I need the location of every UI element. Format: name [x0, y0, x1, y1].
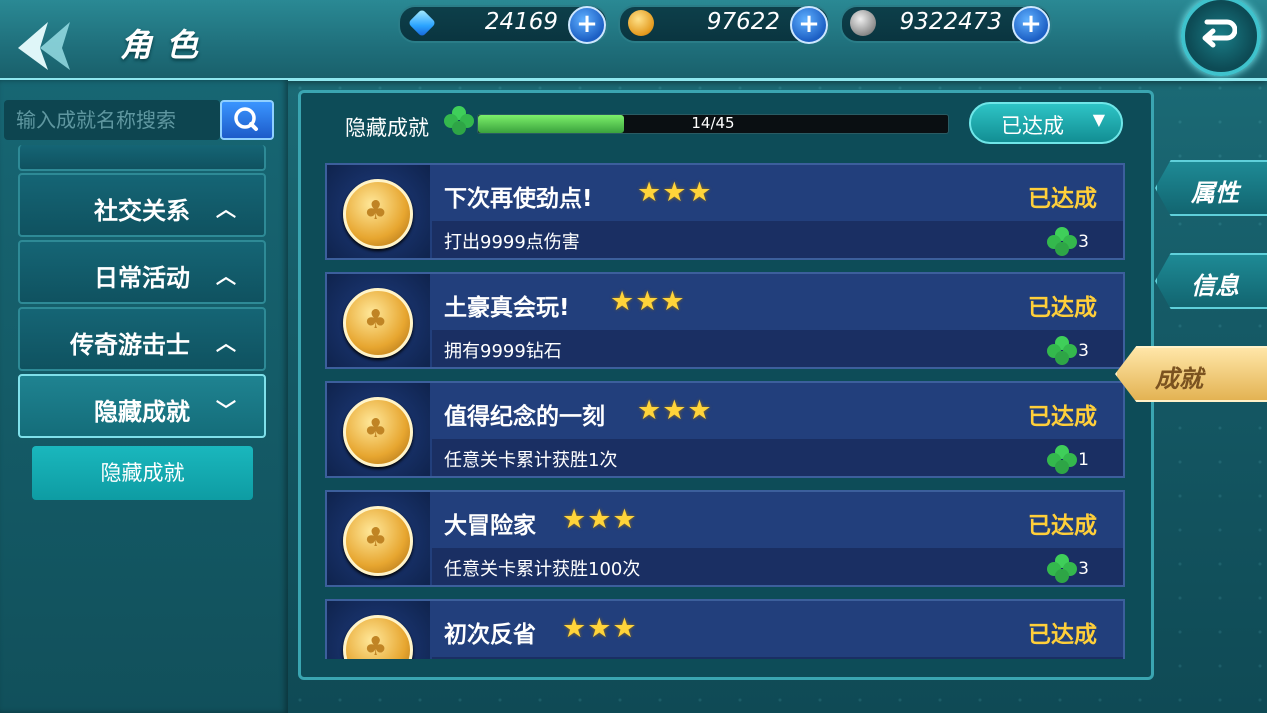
- chevron-up-icon: ︿: [216, 197, 236, 221]
- gold-coin-icon: [628, 10, 654, 36]
- sub-category-button[interactable]: 隐藏成就: [32, 446, 253, 500]
- top-bar: 角色 24169 + 97622 + 9322473 +: [0, 0, 1267, 81]
- achievement-list[interactable]: ♣ 下次再使劲点! ★★★ 已达成 打出9999点伤害 3 ♣ 土豪真会玩! ★★★ 已达成 拥有9…: [325, 163, 1125, 659]
- achievement-card[interactable]: ♣ 初次反省 ★★★ 已达成: [325, 599, 1125, 659]
- sidebar-item-label: 社交关系: [94, 197, 190, 225]
- achievement-status: 已达成: [1028, 513, 1097, 539]
- reward-count: 3: [1078, 232, 1089, 252]
- gem-counter: 24169 +: [398, 5, 608, 44]
- sidebar-item-legend[interactable]: 传奇游击士 ︿: [18, 307, 266, 371]
- chevron-up-icon: ︿: [216, 264, 236, 288]
- filter-label: 已达成: [1001, 114, 1064, 138]
- tab-info[interactable]: 信息: [1155, 253, 1267, 309]
- achievement-description: 拥有9999钻石: [444, 341, 562, 362]
- progress-bar: 14/45: [477, 114, 949, 134]
- clover-coin-icon: ♣: [343, 506, 413, 576]
- tab-attributes[interactable]: 属性: [1155, 160, 1267, 216]
- achievement-status: 已达成: [1028, 404, 1097, 430]
- sidebar-item-partial: [18, 145, 266, 171]
- gem-icon: [407, 8, 437, 38]
- silver-value: 9322473: [899, 9, 1002, 35]
- chevron-down-icon: ﹀: [216, 398, 236, 422]
- status-filter-dropdown[interactable]: 已达成 ▼: [969, 102, 1123, 144]
- achievement-name: 值得纪念的一刻: [444, 404, 605, 430]
- description-band: [432, 657, 1123, 659]
- caret-down-icon: ▼: [1092, 110, 1105, 129]
- achievement-icon-frame: ♣: [327, 492, 430, 585]
- sidebar-item-label: 传奇游击士: [70, 331, 190, 359]
- tab-label: 成就: [1155, 365, 1203, 393]
- achievement-icon-frame: ♣: [327, 383, 430, 476]
- search-input[interactable]: 输入成就名称搜索: [4, 100, 220, 140]
- gold-counter: 97622 +: [618, 5, 830, 44]
- sidebar-item-social[interactable]: 社交关系 ︿: [18, 173, 266, 237]
- star-rating: ★★★: [637, 395, 713, 426]
- clover-reward-icon: [1047, 445, 1077, 474]
- reward-count: 1: [1078, 450, 1089, 470]
- achievement-status: 已达成: [1028, 622, 1097, 648]
- achievement-card[interactable]: ♣ 值得纪念的一刻 ★★★ 已达成任意关卡累计获胜1次 1: [325, 381, 1125, 478]
- clover-coin-icon: ♣: [343, 288, 413, 358]
- silver-coin-icon: [850, 10, 876, 36]
- page-title: 角色: [120, 26, 213, 64]
- achievement-name: 下次再使劲点!: [444, 186, 593, 212]
- add-gem-button[interactable]: +: [568, 6, 606, 44]
- clover-icon: [444, 106, 474, 135]
- achievement-status: 已达成: [1028, 186, 1097, 212]
- search-icon: [234, 107, 258, 131]
- achievement-card[interactable]: ♣ 下次再使劲点! ★★★ 已达成打出9999点伤害 3: [325, 163, 1125, 260]
- achievement-description: 任意关卡累计获胜1次: [444, 450, 618, 471]
- reward-count: 3: [1078, 341, 1089, 361]
- reward-count: 3: [1078, 559, 1089, 579]
- star-rating: ★★★: [610, 286, 686, 317]
- star-rating: ★★★: [562, 504, 638, 535]
- clover-reward-icon: [1047, 336, 1077, 365]
- star-rating: ★★★: [637, 177, 713, 208]
- achievement-status: 已达成: [1028, 295, 1097, 321]
- achievement-description: 打出9999点伤害: [444, 232, 580, 253]
- clover-coin-icon: ♣: [343, 179, 413, 249]
- clover-coin-icon: ♣: [343, 615, 413, 659]
- tab-label: 属性: [1191, 179, 1239, 207]
- add-silver-button[interactable]: +: [1012, 6, 1050, 44]
- achievement-icon-frame: ♣: [327, 165, 430, 258]
- clover-coin-icon: ♣: [343, 397, 413, 467]
- search-button[interactable]: [220, 100, 274, 140]
- star-rating: ★★★: [562, 613, 638, 644]
- clover-reward-icon: [1047, 554, 1077, 583]
- silver-counter: 9322473 +: [840, 5, 1052, 44]
- achievement-name: 大冒险家: [444, 513, 536, 539]
- sidebar-item-label: 隐藏成就: [94, 398, 190, 426]
- sidebar-item-daily[interactable]: 日常活动 ︿: [18, 240, 266, 304]
- clover-reward-icon: [1047, 227, 1077, 256]
- gem-value: 24169: [484, 9, 558, 35]
- chevron-up-icon: ︿: [216, 331, 236, 355]
- tab-label: 信息: [1191, 272, 1239, 300]
- achievement-icon-frame: ♣: [327, 274, 430, 367]
- achievement-name: 初次反省: [444, 622, 536, 648]
- gold-value: 97622: [706, 9, 780, 35]
- return-button[interactable]: [1181, 0, 1261, 76]
- sidebar-item-hidden[interactable]: 隐藏成就 ﹀: [18, 374, 266, 438]
- achievement-name: 土豪真会玩!: [444, 295, 570, 321]
- achievement-icon-frame: ♣: [327, 601, 430, 659]
- progress-text: 14/45: [691, 114, 735, 132]
- tab-achievements[interactable]: 成就: [1115, 346, 1267, 402]
- achievement-card[interactable]: ♣ 大冒险家 ★★★ 已达成任意关卡累计获胜100次 3: [325, 490, 1125, 587]
- achievement-card[interactable]: ♣ 土豪真会玩! ★★★ 已达成拥有9999钻石 3: [325, 272, 1125, 369]
- category-label: 隐藏成就: [345, 116, 429, 140]
- sidebar-item-label: 日常活动: [94, 264, 190, 292]
- achievement-description: 任意关卡累计获胜100次: [444, 559, 641, 580]
- add-gold-button[interactable]: +: [790, 6, 828, 44]
- return-icon: [1202, 19, 1237, 48]
- panel-header: 隐藏成就 14/45 已达成 ▼: [305, 96, 1147, 152]
- wing-arrows-icon: [18, 22, 70, 70]
